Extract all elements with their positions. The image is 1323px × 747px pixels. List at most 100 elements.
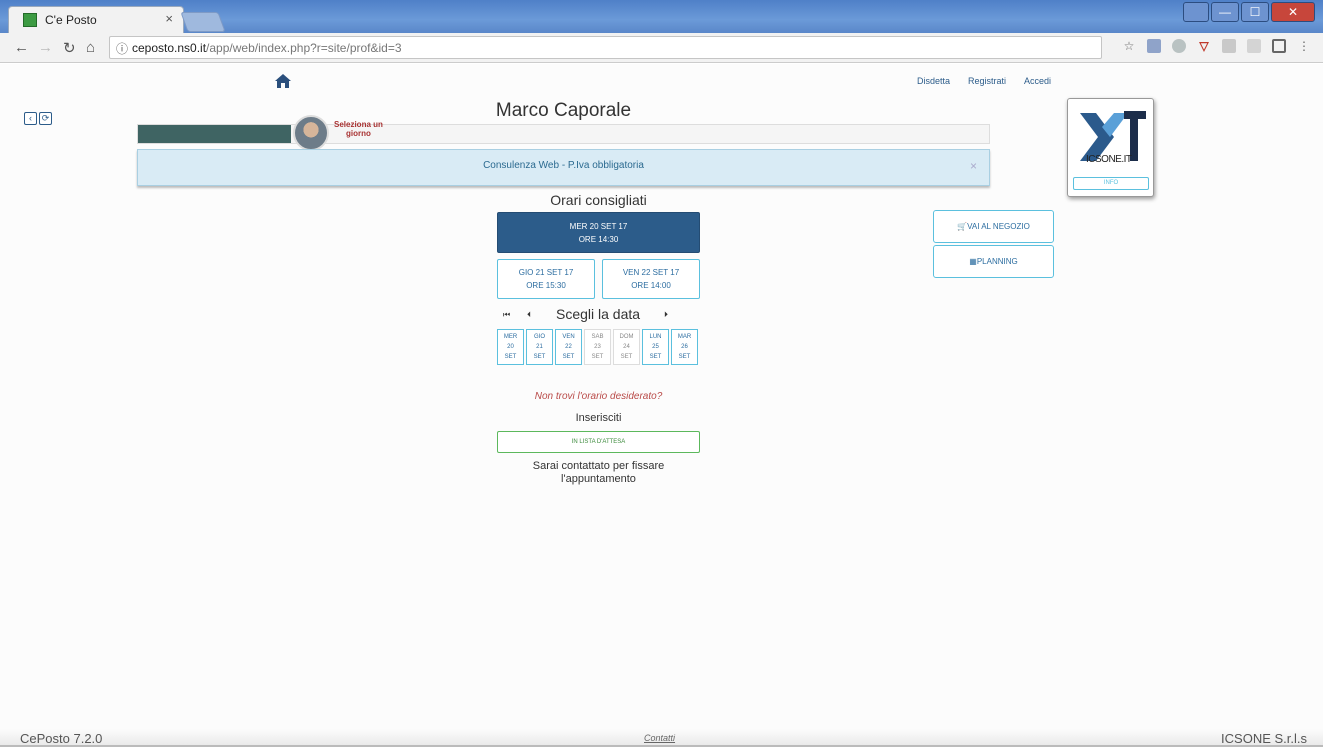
- address-bar[interactable]: ⓘ ceposto.ns0.it/app/web/index.php?r=sit…: [109, 36, 1102, 59]
- day-cell[interactable]: LUN 25 SET: [642, 329, 669, 365]
- first-week-icon[interactable]: ⏮: [503, 310, 510, 320]
- shop-button[interactable]: 🛒VAI AL NEGOZIO: [933, 210, 1054, 243]
- link-accedi[interactable]: Accedi: [1024, 76, 1051, 86]
- window-extra-icon[interactable]: [1183, 2, 1209, 22]
- slot-time: ORE 14:00: [631, 281, 671, 290]
- day-cell[interactable]: MAR 26 SET: [671, 329, 698, 365]
- alert-message: Consulenza Web - P.Iva obbligatoria: [483, 160, 644, 171]
- day-dow: MER: [503, 334, 518, 340]
- shop-button-label: VAI AL NEGOZIO: [967, 222, 1030, 231]
- table-icon: ▦: [969, 257, 977, 266]
- slot-date: VEN 22 SET 17: [622, 268, 680, 277]
- alert-close-icon[interactable]: ×: [970, 159, 977, 173]
- top-links: Disdetta Registrati Accedi: [917, 76, 1051, 86]
- time-slot-1[interactable]: MER 20 SET 17 ORE 14:30: [497, 212, 700, 253]
- contact-line2: l'appuntamento: [561, 473, 636, 485]
- day-cell[interactable]: VEN 22 SET: [555, 329, 582, 365]
- slot-time: ORE 15:30: [526, 281, 566, 290]
- day-month: SET: [591, 354, 604, 360]
- extension-icon-5[interactable]: [1247, 39, 1261, 53]
- waitlist-button[interactable]: IN LISTA D'ATTESA: [497, 431, 700, 453]
- new-tab-button[interactable]: [180, 12, 226, 32]
- contact-message: Sarai contattato per fissare l'appuntame…: [497, 460, 700, 486]
- site-info-icon[interactable]: ⓘ: [116, 40, 128, 57]
- day-dow: MAR: [677, 334, 692, 340]
- window-titlebar: C'e Posto × — ☐ ✕: [0, 0, 1323, 33]
- company-name: ICSONE S.r.l.s: [1221, 731, 1307, 746]
- info-button[interactable]: INFO: [1073, 177, 1149, 190]
- extension-icon-3[interactable]: ▽: [1197, 39, 1211, 53]
- professional-name: Marco Caporale: [495, 100, 632, 121]
- planning-button-label: PLANNING: [976, 257, 1018, 266]
- day-number: 22: [565, 344, 572, 350]
- day-cell-disabled: DOM 24 SET: [613, 329, 640, 365]
- day-month: SET: [678, 354, 691, 360]
- day-cell[interactable]: GIO 21 SET: [526, 329, 553, 365]
- footer: CePosto 7.2.0 Contatti ICSONE S.r.l.s: [0, 729, 1323, 747]
- day-dow: VEN: [562, 334, 575, 340]
- company-logo-card: ICSONE.IT INFO: [1067, 98, 1154, 197]
- browser-menu-icon[interactable]: ⋮: [1297, 39, 1311, 53]
- day-cell-disabled: SAB 23 SET: [584, 329, 611, 365]
- tab-title: C'e Posto: [45, 13, 97, 27]
- tab-close-icon[interactable]: ×: [165, 11, 173, 26]
- avatar: [293, 115, 329, 151]
- not-found-text: Non trovi l'orario desiderato?: [534, 391, 663, 402]
- progress-fill: [138, 125, 292, 143]
- maximize-icon[interactable]: ☐: [1241, 2, 1269, 22]
- day-dow: GIO: [533, 334, 545, 340]
- reload-icon[interactable]: ↻: [63, 39, 76, 57]
- day-month: SET: [504, 354, 517, 360]
- contact-line1: Sarai contattato per fissare: [532, 460, 665, 472]
- home-nav-icon[interactable]: [275, 74, 291, 93]
- date-picker-header: ⏮ ⏴ Scegli la data ⏵: [497, 306, 700, 324]
- select-day-line2: giorno: [346, 129, 371, 138]
- slot-time: ORE 14:30: [578, 235, 619, 244]
- day-number: 23: [594, 344, 601, 350]
- slot-date: GIO 21 SET 17: [518, 268, 574, 277]
- day-dow: DOM: [619, 334, 634, 340]
- url-path: /app/web/index.php?r=site/prof&id=3: [206, 41, 402, 55]
- close-window-icon[interactable]: ✕: [1271, 2, 1315, 22]
- prev-week-icon[interactable]: ⏴: [527, 310, 531, 320]
- inserisciti-text: Inserisciti: [575, 412, 622, 424]
- back-arrow-icon[interactable]: ←: [14, 39, 29, 56]
- time-slot-3[interactable]: VEN 22 SET 17 ORE 14:00: [602, 259, 700, 299]
- link-registrati[interactable]: Registrati: [968, 76, 1006, 86]
- home-icon[interactable]: ⌂: [86, 39, 95, 56]
- address-toolbar: ← → ↻ ⌂ ⓘ ceposto.ns0.it/app/web/index.p…: [0, 33, 1323, 63]
- next-week-icon[interactable]: ⏵: [664, 310, 668, 320]
- minimize-icon[interactable]: —: [1211, 2, 1239, 22]
- extension-icon-1[interactable]: [1147, 39, 1161, 53]
- day-month: SET: [620, 354, 633, 360]
- day-cell[interactable]: MER 20 SET: [497, 329, 524, 365]
- date-picker-title: Scegli la data: [556, 306, 641, 322]
- link-disdetta[interactable]: Disdetta: [917, 76, 950, 86]
- window-controls: — ☐ ✕: [1183, 2, 1315, 22]
- url-domain: ceposto.ns0.it: [132, 41, 207, 55]
- app-version: CePosto 7.2.0: [20, 731, 103, 746]
- browser-tab[interactable]: C'e Posto ×: [8, 6, 184, 33]
- forward-arrow-icon[interactable]: →: [38, 39, 53, 56]
- extension-icon-4[interactable]: [1222, 39, 1236, 53]
- time-slot-2[interactable]: GIO 21 SET 17 ORE 15:30: [497, 259, 595, 299]
- progress-bar: [137, 124, 990, 144]
- contacts-link[interactable]: Contatti: [644, 733, 675, 743]
- day-list: MER 20 SET GIO 21 SET VEN 22 SET SAB 23 SET DOM 2…: [497, 329, 698, 365]
- bookmark-star-icon[interactable]: ☆: [1122, 39, 1136, 53]
- day-month: SET: [533, 354, 546, 360]
- info-alert: Consulenza Web - P.Iva obbligatoria ×: [137, 149, 990, 186]
- day-number: 26: [681, 344, 688, 350]
- site-favicon-icon: [23, 13, 37, 27]
- extension-icon-6[interactable]: [1272, 39, 1286, 53]
- day-dow: LUN: [649, 334, 662, 340]
- cart-icon: 🛒: [957, 222, 968, 231]
- select-day-hint: Seleziona un giorno: [334, 120, 383, 138]
- day-dow: SAB: [591, 334, 604, 340]
- day-month: SET: [649, 354, 662, 360]
- day-number: 24: [623, 344, 630, 350]
- extensions-area: ☆ ▽ ⋮: [1122, 39, 1311, 53]
- planning-button[interactable]: ▦PLANNING: [933, 245, 1054, 278]
- select-day-line1: Seleziona un: [334, 120, 383, 129]
- extension-icon-2[interactable]: [1172, 39, 1186, 53]
